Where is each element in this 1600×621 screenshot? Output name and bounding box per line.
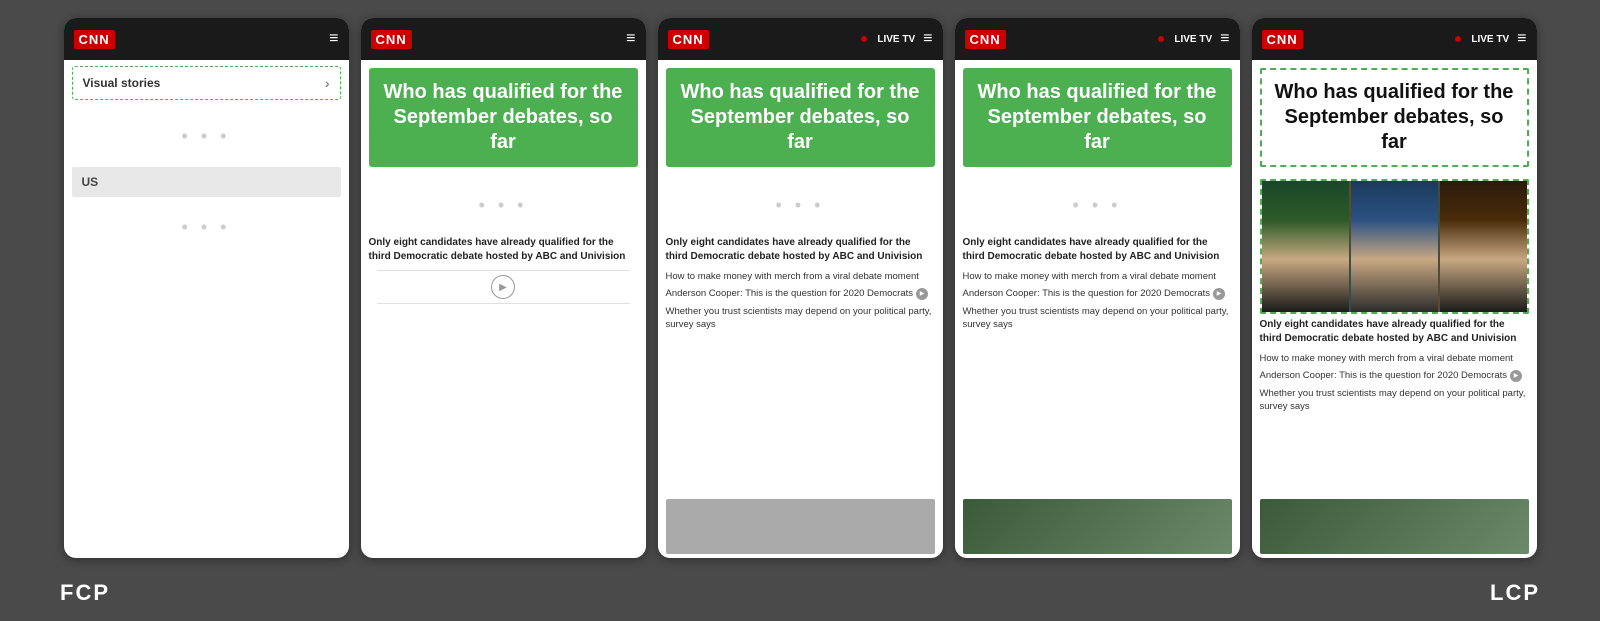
phone-frame-5: CNN LIVE TV ≡ Who has qualified for the … <box>1252 18 1537 558</box>
header-right-3: LIVE TV ≡ <box>861 30 932 48</box>
live-tv-label-3: LIVE TV <box>877 34 915 45</box>
headline-text-4: Who has qualified for the September deba… <box>975 80 1220 155</box>
headline-box-2: Who has qualified for the September deba… <box>369 68 638 167</box>
bottom-image-5 <box>1260 499 1529 554</box>
phone-frame-4: CNN LIVE TV ≡ Who has qualified for the … <box>955 18 1240 558</box>
header-right-4: LIVE TV ≡ <box>1158 30 1229 48</box>
news-link-3a[interactable]: How to make money with merch from a vira… <box>666 270 935 283</box>
chevron-right-icon: › <box>325 75 330 91</box>
headline-box-3: Who has qualified for the September deba… <box>666 68 935 167</box>
visual-stories-label: Visual stories <box>83 76 161 90</box>
hamburger-icon-1[interactable]: ≡ <box>329 30 338 48</box>
divider-2b <box>377 303 630 304</box>
hamburger-icon-5[interactable]: ≡ <box>1517 30 1526 48</box>
phone-content-3: Who has qualified for the September deba… <box>658 60 943 558</box>
candidates-image <box>1260 179 1529 314</box>
cnn-header-5: CNN LIVE TV ≡ <box>1252 18 1537 60</box>
phone-content-2: Who has qualified for the September deba… <box>361 60 646 558</box>
link-text-4b: Anderson Cooper: This is the question fo… <box>963 287 1211 300</box>
play-button-2[interactable]: ▶ <box>491 275 515 299</box>
news-lead-5: Only eight candidates have already quali… <box>1260 318 1529 346</box>
fcp-label: FCP <box>60 580 110 606</box>
headline-box-5: Who has qualified for the September deba… <box>1260 68 1529 167</box>
loading-dots-5: • • • <box>955 175 1240 236</box>
loading-dots-4: • • • <box>658 175 943 236</box>
news-link-4b[interactable]: Anderson Cooper: This is the question fo… <box>963 287 1232 300</box>
visual-stories-bar[interactable]: Visual stories › <box>72 66 341 100</box>
loading-dots-3: • • • <box>361 175 646 236</box>
phone-content-4: Who has qualified for the September deba… <box>955 60 1240 558</box>
news-body-2: Only eight candidates have already quali… <box>361 236 646 558</box>
news-body-5: Only eight candidates have already quali… <box>1252 318 1537 495</box>
news-link-5b[interactable]: Anderson Cooper: This is the question fo… <box>1260 369 1529 382</box>
live-dot-4 <box>1158 36 1164 42</box>
candidates-image-inner <box>1262 181 1527 312</box>
cnn-logo-5: CNN <box>1262 30 1303 49</box>
play-icon-5b: ▶ <box>1510 370 1522 382</box>
phone-frame-3: CNN LIVE TV ≡ Who has qualified for the … <box>658 18 943 558</box>
bottom-image-4 <box>963 499 1232 554</box>
play-icon-3b: ▶ <box>916 288 928 300</box>
news-link-3c[interactable]: Whether you trust scientists may depend … <box>666 305 935 332</box>
cnn-header-4: CNN LIVE TV ≡ <box>955 18 1240 60</box>
cnn-header-2: CNN ≡ <box>361 18 646 60</box>
person-biden <box>1351 181 1438 312</box>
news-link-4c[interactable]: Whether you trust scientists may depend … <box>963 305 1232 332</box>
hamburger-icon-4[interactable]: ≡ <box>1220 30 1229 48</box>
live-tv-label-5: LIVE TV <box>1471 34 1509 45</box>
cnn-logo-3: CNN <box>668 30 709 49</box>
cnn-logo-2: CNN <box>371 30 412 49</box>
cnn-header-3: CNN LIVE TV ≡ <box>658 18 943 60</box>
news-body-3: Only eight candidates have already quali… <box>658 236 943 495</box>
divider-2a <box>377 270 630 271</box>
news-link-5c[interactable]: Whether you trust scientists may depend … <box>1260 387 1529 414</box>
metric-labels-row: FCP LCP <box>0 572 1600 614</box>
phones-container: CNN ≡ Visual stories › • • • US • • • CN… <box>0 0 1600 568</box>
header-right-5: LIVE TV ≡ <box>1455 30 1526 48</box>
news-link-5a[interactable]: How to make money with merch from a vira… <box>1260 352 1529 365</box>
loading-dots-2: • • • <box>64 197 349 258</box>
live-dot-3 <box>861 36 867 42</box>
phone-content-1: Visual stories › • • • US • • • <box>64 60 349 558</box>
cnn-logo-1: CNN <box>74 30 115 49</box>
link-text-5b: Anderson Cooper: This is the question fo… <box>1260 369 1508 382</box>
news-link-3b[interactable]: Anderson Cooper: This is the question fo… <box>666 287 935 300</box>
hamburger-icon-3[interactable]: ≡ <box>923 30 932 48</box>
person-kamala <box>1262 181 1349 312</box>
phone-frame-2: CNN ≡ Who has qualified for the Septembe… <box>361 18 646 558</box>
cnn-logo-4: CNN <box>965 30 1006 49</box>
live-dot-5 <box>1455 36 1461 42</box>
phone-content-5: Who has qualified for the September deba… <box>1252 60 1537 558</box>
headline-box-4: Who has qualified for the September deba… <box>963 68 1232 167</box>
us-section-label: US <box>72 167 341 197</box>
cnn-header-1: CNN ≡ <box>64 18 349 60</box>
news-lead-3: Only eight candidates have already quali… <box>666 236 935 264</box>
news-body-4: Only eight candidates have already quali… <box>955 236 1240 495</box>
play-icon-4b: ▶ <box>1213 288 1225 300</box>
loading-dots-1: • • • <box>64 106 349 167</box>
bottom-image-3 <box>666 499 935 554</box>
link-text-3b: Anderson Cooper: This is the question fo… <box>666 287 914 300</box>
news-link-4a[interactable]: How to make money with merch from a vira… <box>963 270 1232 283</box>
live-tv-label-4: LIVE TV <box>1174 34 1212 45</box>
headline-text-3: Who has qualified for the September deba… <box>678 80 923 155</box>
news-lead-2: Only eight candidates have already quali… <box>369 236 638 264</box>
phone-frame-1: CNN ≡ Visual stories › • • • US • • • <box>64 18 349 558</box>
headline-text-5: Who has qualified for the September deba… <box>1272 80 1517 155</box>
news-lead-4: Only eight candidates have already quali… <box>963 236 1232 264</box>
headline-text-2: Who has qualified for the September deba… <box>381 80 626 155</box>
hamburger-icon-2[interactable]: ≡ <box>626 30 635 48</box>
person-booker <box>1440 181 1527 312</box>
lcp-label: LCP <box>1490 580 1540 606</box>
